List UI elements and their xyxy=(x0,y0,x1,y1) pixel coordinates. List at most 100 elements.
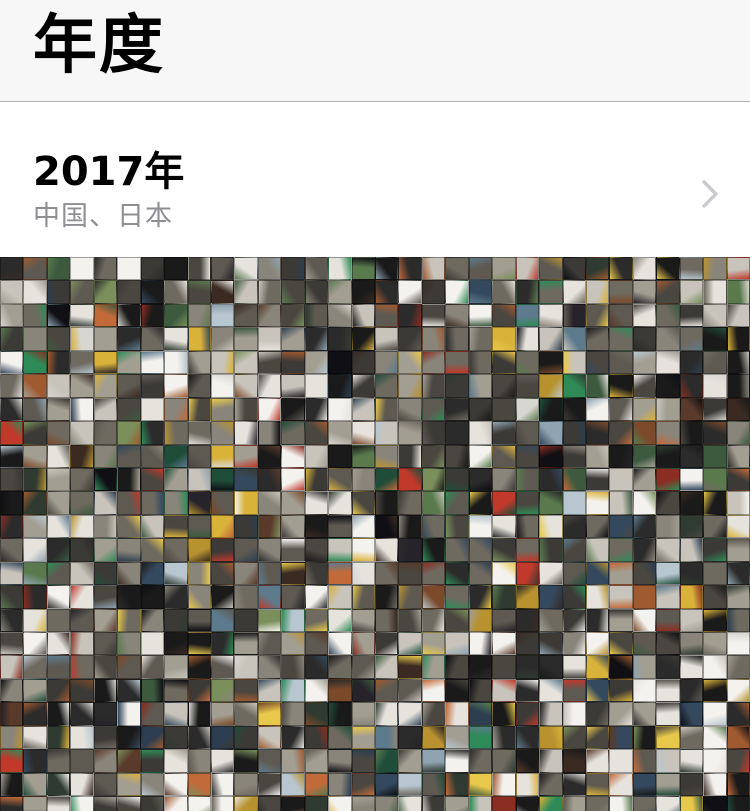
photo-thumbnail[interactable] xyxy=(117,514,141,539)
photo-thumbnail[interactable] xyxy=(164,421,188,445)
photo-thumbnail[interactable] xyxy=(468,257,493,281)
photo-thumbnail[interactable] xyxy=(398,327,422,351)
photo-thumbnail[interactable] xyxy=(421,585,446,609)
photo-thumbnail[interactable] xyxy=(328,303,352,328)
photo-thumbnail[interactable] xyxy=(726,350,750,375)
photo-thumbnail[interactable] xyxy=(70,678,94,703)
photo-thumbnail[interactable] xyxy=(515,585,540,609)
photo-thumbnail[interactable] xyxy=(585,444,610,468)
photo-thumbnail[interactable] xyxy=(375,421,399,445)
photo-thumbnail[interactable] xyxy=(93,702,118,726)
photo-thumbnail[interactable] xyxy=(23,538,47,562)
photo-thumbnail[interactable] xyxy=(726,632,750,656)
photo-thumbnail[interactable] xyxy=(492,655,516,679)
photo-thumbnail[interactable] xyxy=(23,678,47,703)
photo-thumbnail[interactable] xyxy=(468,749,493,773)
photo-thumbnail[interactable] xyxy=(304,421,329,445)
photo-thumbnail[interactable] xyxy=(562,772,586,797)
photo-thumbnail[interactable] xyxy=(304,374,329,398)
photo-thumbnail[interactable] xyxy=(585,350,610,375)
photo-thumbnail[interactable] xyxy=(187,444,211,468)
photo-thumbnail[interactable] xyxy=(398,421,422,445)
photo-thumbnail[interactable] xyxy=(0,421,24,445)
photo-thumbnail[interactable] xyxy=(492,444,516,468)
photo-thumbnail[interactable] xyxy=(445,467,469,492)
photo-thumbnail[interactable] xyxy=(515,772,540,797)
photo-thumbnail[interactable] xyxy=(539,772,563,797)
photo-thumbnail[interactable] xyxy=(23,632,47,656)
photo-thumbnail[interactable] xyxy=(632,444,657,468)
photo-thumbnail[interactable] xyxy=(257,491,282,515)
photo-thumbnail[interactable] xyxy=(117,655,141,679)
photo-mosaic[interactable] xyxy=(0,257,750,811)
photo-thumbnail[interactable] xyxy=(656,632,680,656)
photo-thumbnail[interactable] xyxy=(70,374,94,398)
photo-thumbnail[interactable] xyxy=(656,327,680,351)
photo-thumbnail[interactable] xyxy=(281,632,305,656)
photo-thumbnail[interactable] xyxy=(656,374,680,398)
photo-thumbnail[interactable] xyxy=(281,397,305,422)
photo-thumbnail[interactable] xyxy=(23,514,47,539)
photo-thumbnail[interactable] xyxy=(304,632,329,656)
photo-thumbnail[interactable] xyxy=(679,327,704,351)
photo-thumbnail[interactable] xyxy=(281,491,305,515)
photo-thumbnail[interactable] xyxy=(562,421,586,445)
photo-thumbnail[interactable] xyxy=(304,303,329,328)
photo-thumbnail[interactable] xyxy=(210,538,235,562)
photo-thumbnail[interactable] xyxy=(234,491,258,515)
photo-thumbnail[interactable] xyxy=(304,561,329,586)
photo-thumbnail[interactable] xyxy=(492,397,516,422)
photo-thumbnail[interactable] xyxy=(609,655,633,679)
photo-thumbnail[interactable] xyxy=(632,257,657,281)
photo-thumbnail[interactable] xyxy=(703,514,727,539)
photo-thumbnail[interactable] xyxy=(492,702,516,726)
photo-thumbnail[interactable] xyxy=(46,772,71,797)
photo-thumbnail[interactable] xyxy=(445,538,469,562)
photo-thumbnail[interactable] xyxy=(609,632,633,656)
photo-thumbnail[interactable] xyxy=(562,538,586,562)
photo-thumbnail[interactable] xyxy=(210,327,235,351)
photo-thumbnail[interactable] xyxy=(23,280,47,304)
photo-thumbnail[interactable] xyxy=(117,702,141,726)
photo-thumbnail[interactable] xyxy=(562,678,586,703)
photo-thumbnail[interactable] xyxy=(328,374,352,398)
photo-thumbnail[interactable] xyxy=(140,772,165,797)
photo-thumbnail[interactable] xyxy=(468,303,493,328)
photo-thumbnail[interactable] xyxy=(468,632,493,656)
photo-thumbnail[interactable] xyxy=(679,467,704,492)
photo-thumbnail[interactable] xyxy=(210,280,235,304)
photo-thumbnail[interactable] xyxy=(140,702,165,726)
photo-thumbnail[interactable] xyxy=(23,350,47,375)
photo-thumbnail[interactable] xyxy=(445,397,469,422)
photo-thumbnail[interactable] xyxy=(23,749,47,773)
photo-thumbnail[interactable] xyxy=(304,538,329,562)
photo-thumbnail[interactable] xyxy=(304,678,329,703)
photo-thumbnail[interactable] xyxy=(398,514,422,539)
photo-thumbnail[interactable] xyxy=(351,796,375,811)
photo-thumbnail[interactable] xyxy=(281,608,305,632)
photo-thumbnail[interactable] xyxy=(234,397,258,422)
photo-thumbnail[interactable] xyxy=(70,327,94,351)
photo-thumbnail[interactable] xyxy=(187,608,211,632)
photo-thumbnail[interactable] xyxy=(539,632,563,656)
photo-thumbnail[interactable] xyxy=(726,491,750,515)
photo-thumbnail[interactable] xyxy=(23,702,47,726)
photo-thumbnail[interactable] xyxy=(304,585,329,609)
photo-thumbnail[interactable] xyxy=(210,421,235,445)
photo-thumbnail[interactable] xyxy=(187,280,211,304)
photo-thumbnail[interactable] xyxy=(632,702,657,726)
photo-thumbnail[interactable] xyxy=(187,421,211,445)
photo-thumbnail[interactable] xyxy=(679,608,704,632)
photo-thumbnail[interactable] xyxy=(539,257,563,281)
photo-thumbnail[interactable] xyxy=(703,608,727,632)
photo-thumbnail[interactable] xyxy=(93,678,118,703)
photo-thumbnail[interactable] xyxy=(492,678,516,703)
photo-thumbnail[interactable] xyxy=(0,257,24,281)
photo-thumbnail[interactable] xyxy=(234,749,258,773)
photo-thumbnail[interactable] xyxy=(23,303,47,328)
photo-thumbnail[interactable] xyxy=(585,772,610,797)
photo-thumbnail[interactable] xyxy=(70,632,94,656)
photo-thumbnail[interactable] xyxy=(187,772,211,797)
photo-thumbnail[interactable] xyxy=(210,303,235,328)
photo-thumbnail[interactable] xyxy=(281,350,305,375)
